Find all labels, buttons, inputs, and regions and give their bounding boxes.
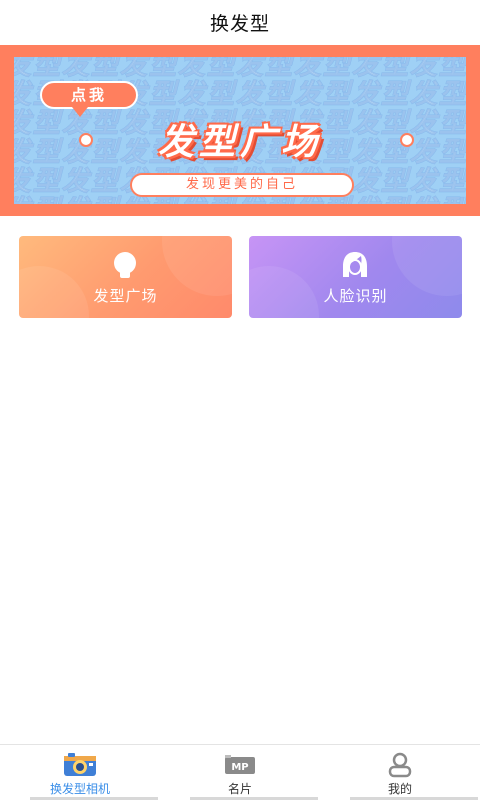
tap-me-bubble[interactable]: 点我 (40, 81, 138, 109)
tab-label: 换发型相机 (49, 782, 110, 796)
card-label: 人脸识别 (323, 287, 388, 305)
tab-label: 我的 (387, 782, 412, 796)
tab-mine[interactable]: 我的 (320, 745, 480, 800)
mp-card-icon: MP (225, 755, 255, 774)
banner[interactable]: 发型发型发型发型发型发型发型发型 发型发型发型发型发型发型发型发型 发型发型发型发… (0, 45, 480, 216)
hairstyle-plaza-card[interactable]: 发型广场 (19, 236, 232, 318)
pattern-row: 发型发型发型发型发型发型发型发型发型发型发型发型发型发型发型发型 (14, 57, 466, 81)
tab-icon-wrap (386, 751, 414, 779)
card-label: 发型广场 (93, 287, 158, 305)
hair-head-icon (114, 252, 136, 278)
user-icon (388, 752, 412, 778)
tab-hair-camera[interactable]: 换发型相机 (0, 745, 160, 800)
face-recognition-card[interactable]: 人脸识别 (249, 236, 462, 318)
tab-icon-wrap: MP (223, 751, 257, 779)
svg-text:MP: MP (231, 762, 248, 773)
face-female-icon (343, 252, 367, 277)
tab-business-card[interactable]: MP 名片 (160, 745, 320, 800)
tab-icon-wrap (63, 751, 97, 779)
banner-subtitle: 发现更美的自己 (130, 173, 354, 197)
banner-title: 发型广场 (157, 122, 322, 163)
banner-inner: 发型发型发型发型发型发型发型发型 发型发型发型发型发型发型发型发型 发型发型发型发… (14, 57, 466, 204)
app-screen: 换发型 发型发型发型发型发型发型发型发型 发型发型发型发型发型发型发型发型 发型发… (0, 0, 480, 800)
bottom-tab-bar: 换发型相机 MP 名片 我的 (0, 744, 480, 800)
page-title: 换发型 (209, 12, 270, 35)
top-bar: 换发型 (0, 0, 480, 44)
camera-icon (64, 753, 96, 776)
pattern-row: 发型发型发型发型发型发型发型发型发型发型发型发型发型发型发型发型 (14, 196, 466, 205)
tab-label: 名片 (227, 782, 252, 796)
